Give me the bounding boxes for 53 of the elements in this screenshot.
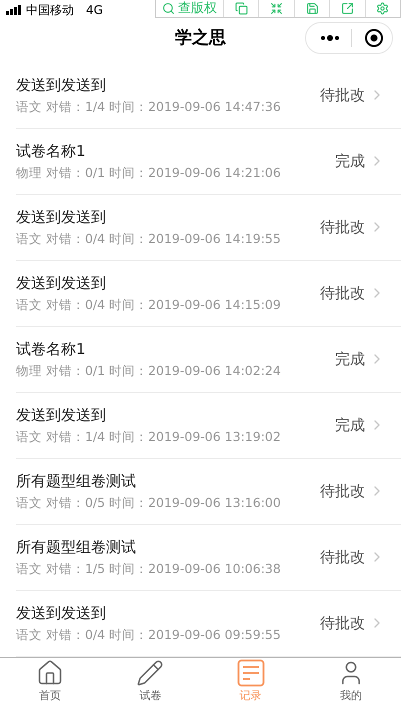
record-row[interactable]: 所有题型组卷测试 语文 对错：0/5 时间：2019-09-06 13:16:00 待批改 (16, 458, 401, 525)
record-meta: 语文 对错：1/4 时间：2019-09-06 14:47:36 (16, 98, 282, 116)
record-row[interactable]: 发送到发送到 语文 对错：0/4 时间：2019-09-06 14:15:09 待批改 (16, 260, 401, 327)
record-row[interactable]: 发送到发送到 语文 对错：0/4 时间：2019-09-06 14:19:55 待批改 (16, 194, 401, 261)
record-title: 试卷名称1 (16, 338, 87, 360)
record-title: 发送到发送到 (16, 272, 107, 294)
record-meta: 物理 对错：0/1 时间：2019-09-06 14:21:06 (16, 164, 282, 182)
record-row[interactable]: 试卷名称1 物理 对错：0/1 时间：2019-09-06 14:02:24 完成 (16, 326, 401, 393)
record-meta: 语文 对错：0/5 时间：2019-09-06 13:16:00 (16, 494, 282, 512)
list-icon (236, 658, 265, 687)
record-row[interactable]: 发送到发送到 语文 对错：1/4 时间：2019-09-06 13:19:02 完成 (16, 392, 401, 459)
signal-icon (6, 4, 22, 15)
record-status: 待批改 (320, 217, 365, 238)
record-title: 发送到发送到 (16, 602, 107, 624)
settings-icon[interactable] (376, 2, 390, 15)
window-title: 学之思 (175, 26, 226, 50)
record-title: 试卷名称1 (16, 140, 87, 162)
search-icon (162, 2, 175, 15)
home-icon (36, 658, 64, 687)
record-status: 完成 (335, 151, 365, 172)
record-meta: 语文 对错：0/4 时间：2019-09-06 09:59:55 (16, 626, 282, 644)
record-meta: 语文 对错：0/4 时间：2019-09-06 14:19:55 (16, 230, 282, 248)
carrier-label: 中国移动 (26, 2, 74, 19)
close-icon[interactable] (364, 28, 384, 48)
record-title: 所有题型组卷测试 (16, 536, 137, 558)
tab[interactable]: 首页 (0, 658, 100, 705)
record-status: 完成 (335, 415, 365, 436)
record-row[interactable]: 发送到发送到 语文 对错：1/4 时间：2019-09-06 14:47:36 待批改 (16, 62, 401, 129)
record-meta: 语文 对错：1/4 时间：2019-09-06 13:19:02 (16, 428, 282, 446)
shrink-icon[interactable] (270, 2, 284, 15)
record-status: 待批改 (320, 283, 365, 304)
more-icon[interactable] (320, 34, 340, 41)
record-status: 待批改 (320, 613, 365, 634)
save-icon[interactable] (306, 2, 319, 15)
record-status: 待批改 (320, 481, 365, 502)
record-meta: 语文 对错：1/5 时间：2019-09-06 10:06:38 (16, 560, 282, 578)
record-meta: 物理 对错：0/1 时间：2019-09-06 14:02:24 (16, 362, 282, 380)
record-title: 发送到发送到 (16, 404, 107, 426)
pencil-icon (136, 658, 164, 687)
record-row[interactable]: 试卷名称1 物理 对错：0/1 时间：2019-09-06 14:21:06 完成 (16, 128, 401, 195)
network-label: 4G (86, 2, 103, 19)
record-meta: 语文 对错：0/4 时间：2019-09-06 14:15:09 (16, 296, 282, 314)
tab[interactable]: 试卷 (100, 658, 200, 705)
record-status: 待批改 (320, 85, 365, 106)
record-row[interactable]: 所有题型组卷测试 语文 对错：1/5 时间：2019-09-06 10:06:38 待批改 (16, 524, 401, 591)
copy-icon[interactable] (234, 2, 248, 15)
record-status: 待批改 (320, 547, 365, 568)
record-status: 完成 (335, 349, 365, 370)
tab[interactable]: 我的 (300, 658, 401, 705)
record-title: 发送到发送到 (16, 74, 107, 96)
external-link-icon[interactable] (340, 2, 354, 15)
record-title: 发送到发送到 (16, 206, 107, 228)
record-title: 所有题型组卷测试 (16, 470, 137, 492)
